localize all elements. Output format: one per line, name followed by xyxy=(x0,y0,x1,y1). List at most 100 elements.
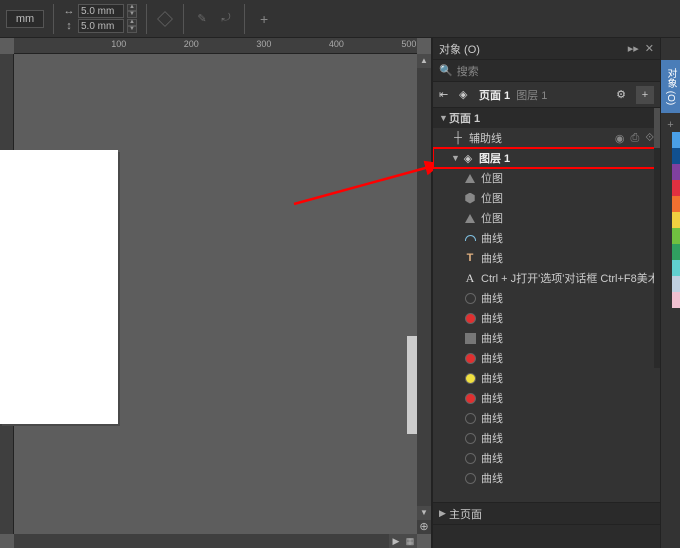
collapse-icon[interactable]: ▼ xyxy=(451,153,461,163)
spinner-down[interactable]: ▼ xyxy=(127,11,137,18)
breadcrumb-layer[interactable]: 图层 1 xyxy=(516,87,547,103)
panel-close-icon[interactable]: ✕ xyxy=(645,42,654,55)
canvas-area[interactable]: 100 200 300 400 500 ▲ ▼ ⊕ ▶ ▦ xyxy=(0,38,432,548)
object-icon xyxy=(463,391,477,405)
guides-node[interactable]: ┼ 辅助线 ◉ ⎙ ⟐ xyxy=(433,128,660,148)
layer-node[interactable]: ▼ ◈ 图层 1 xyxy=(433,148,660,168)
width-icon: ↔ xyxy=(63,5,75,17)
ruler-tick: 200 xyxy=(184,39,199,49)
object-icon xyxy=(463,451,477,465)
document-page[interactable] xyxy=(0,150,118,424)
disabled-tool-icon: ✎ xyxy=(193,10,211,28)
object-label: 曲线 xyxy=(481,250,503,266)
master-page-node[interactable]: ▶ 主页面 xyxy=(433,502,660,524)
scroll-right-button[interactable]: ▶ xyxy=(389,534,403,548)
color-swatch[interactable] xyxy=(672,148,680,164)
separator xyxy=(183,4,184,34)
object-label: 曲线 xyxy=(481,450,503,466)
object-node[interactable]: 曲线 xyxy=(433,328,660,348)
object-node[interactable]: 曲线 xyxy=(433,348,660,368)
object-node[interactable]: 位图 xyxy=(433,208,660,228)
scrollbar-thumb[interactable] xyxy=(654,108,660,148)
color-swatch[interactable] xyxy=(672,228,680,244)
object-node[interactable]: 曲线 xyxy=(433,288,660,308)
guides-icon: ┼ xyxy=(451,131,465,145)
object-label: 曲线 xyxy=(481,230,503,246)
color-swatch[interactable] xyxy=(672,132,680,148)
object-node[interactable]: ACtrl + J打开'选项'对话框 Ctrl+F8美术 xyxy=(433,268,660,288)
visibility-icon[interactable]: ◉ xyxy=(615,132,625,145)
object-label: 曲线 xyxy=(481,310,503,326)
object-label: 位图 xyxy=(481,190,503,206)
expand-icon[interactable]: ▶ xyxy=(439,508,449,519)
print-icon[interactable]: ⎙ xyxy=(631,132,640,145)
spinner-up[interactable]: ▲ xyxy=(127,19,137,26)
object-label: 曲线 xyxy=(481,330,503,346)
collapse-icon[interactable]: ▼ xyxy=(439,113,449,123)
gear-icon[interactable]: ⚙ xyxy=(616,88,626,101)
vertical-scrollbar[interactable]: ▲ ▼ ⊕ xyxy=(417,54,431,534)
tree-scrollbar[interactable] xyxy=(654,108,660,368)
object-node[interactable]: 位图 xyxy=(433,188,660,208)
color-swatch[interactable] xyxy=(672,276,680,292)
horizontal-scrollbar[interactable]: ▶ ▦ xyxy=(14,534,417,548)
color-swatch[interactable] xyxy=(672,180,680,196)
object-icon xyxy=(463,331,477,345)
panel-title: 对象 (O) xyxy=(439,41,480,57)
nudge-height-input[interactable] xyxy=(78,19,124,33)
object-node[interactable]: 曲线 xyxy=(433,408,660,428)
separator xyxy=(53,4,54,34)
page-node[interactable]: ▼ 页面 1 xyxy=(433,108,660,128)
layer-tree[interactable]: ▼ 页面 1 ┼ 辅助线 ◉ ⎙ ⟐ ▼ ◈ 图层 1 位 xyxy=(433,108,660,502)
object-node[interactable]: T 曲线 xyxy=(433,248,660,268)
options-toolbar: mm ↔ ▲▼ ↕ ▲▼ ✎ ⤾ + xyxy=(0,0,680,38)
crop-tool-icon[interactable] xyxy=(156,10,174,28)
layer-icon: ◈ xyxy=(461,151,475,165)
object-label: Ctrl + J打开'选项'对话框 Ctrl+F8美术 xyxy=(481,270,659,286)
object-label: 位图 xyxy=(481,170,503,186)
color-swatch[interactable] xyxy=(672,244,680,260)
add-tool-button[interactable]: + xyxy=(260,11,268,27)
object-node[interactable]: 位图 xyxy=(433,168,660,188)
color-swatch[interactable] xyxy=(672,212,680,228)
panel-menu-icon[interactable]: ▸▸ xyxy=(628,42,639,55)
scroll-up-button[interactable]: ▲ xyxy=(417,54,431,68)
object-icon: T xyxy=(463,251,477,265)
object-node[interactable]: 曲线 xyxy=(433,308,660,328)
object-label: 位图 xyxy=(481,210,503,226)
zoom-tool-icon[interactable]: ⊕ xyxy=(417,520,431,534)
unit-selector[interactable]: mm xyxy=(6,10,44,28)
lock-icon[interactable]: ⟐ xyxy=(645,132,654,145)
color-swatch[interactable] xyxy=(672,260,680,276)
color-palette[interactable] xyxy=(672,132,680,308)
object-node[interactable]: 曲线 xyxy=(433,448,660,468)
add-tab-button[interactable]: + xyxy=(667,119,673,131)
color-swatch[interactable] xyxy=(672,164,680,180)
spinner-down[interactable]: ▼ xyxy=(127,26,137,33)
object-icon xyxy=(463,291,477,305)
back-icon[interactable]: ⇤ xyxy=(439,88,453,102)
object-icon xyxy=(463,471,477,485)
object-node[interactable]: 曲线 xyxy=(433,428,660,448)
object-node[interactable]: 曲线 xyxy=(433,368,660,388)
color-swatch[interactable] xyxy=(672,196,680,212)
nudge-width-input[interactable] xyxy=(78,4,124,18)
ruler-tick: 400 xyxy=(329,39,344,49)
object-label: 曲线 xyxy=(481,410,503,426)
object-icon xyxy=(463,351,477,365)
nav-button[interactable]: ▦ xyxy=(403,534,417,548)
scroll-down-button[interactable]: ▼ xyxy=(417,506,431,520)
color-swatch[interactable] xyxy=(672,292,680,308)
object-node[interactable]: 曲线 xyxy=(433,388,660,408)
add-layer-button[interactable]: + xyxy=(636,86,654,104)
breadcrumb-page[interactable]: 页面 1 xyxy=(479,87,510,103)
objects-tab[interactable]: 对象 (O) xyxy=(661,60,680,113)
spinner-up[interactable]: ▲ xyxy=(127,4,137,11)
object-node[interactable]: 曲线 xyxy=(433,468,660,488)
object-label: 曲线 xyxy=(481,290,503,306)
object-icon xyxy=(463,371,477,385)
horizontal-ruler[interactable]: 100 200 300 400 500 xyxy=(14,38,417,54)
search-row[interactable]: 🔍 搜索 xyxy=(433,60,660,82)
object-icon xyxy=(463,311,477,325)
object-node[interactable]: 曲线 xyxy=(433,228,660,248)
